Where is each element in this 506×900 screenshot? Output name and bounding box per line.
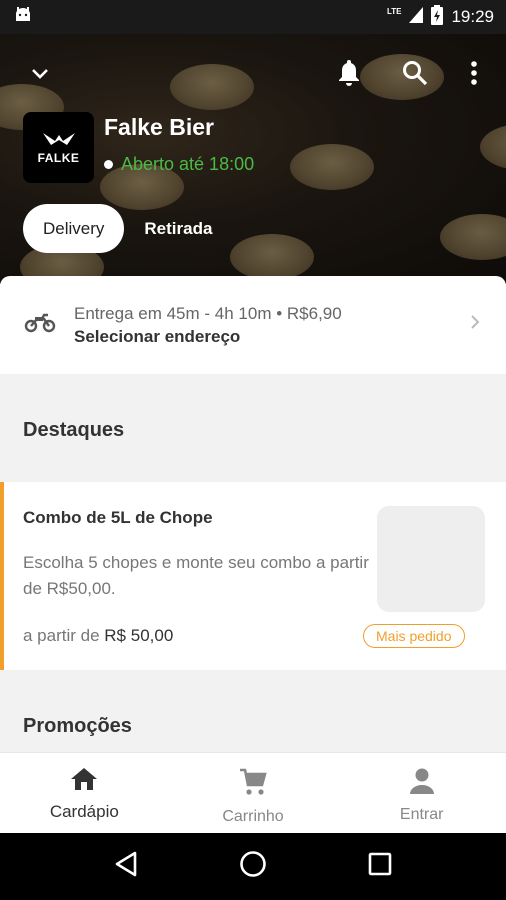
bottom-navigation: Cardápio Carrinho Entrar	[0, 752, 506, 833]
nav-label-cart: Carrinho	[222, 808, 284, 825]
status-bar: LTE 19:29	[0, 0, 506, 34]
promotions-header	[0, 670, 506, 752]
tab-delivery[interactable]: Delivery	[23, 204, 125, 253]
store-logo: FALKE	[23, 112, 94, 183]
recents-icon[interactable]	[368, 852, 392, 881]
back-icon[interactable]	[114, 851, 138, 882]
chevron-down-icon[interactable]	[26, 60, 54, 88]
more-vert-icon[interactable]	[464, 58, 484, 88]
open-status-text: Aberto até 18:00	[121, 154, 255, 174]
price-prefix: a partir de	[23, 626, 100, 645]
store-header: FALKE Falke Bier Aberto até 18:00 Delive…	[0, 34, 506, 284]
popular-badge: Mais pedido	[363, 624, 465, 648]
section-title-highlights: Destaques	[23, 419, 125, 441]
motorcycle-icon	[24, 313, 56, 338]
section-title-promotions: Promoções	[23, 715, 132, 737]
store-name: Falke Bier	[104, 114, 214, 140]
nav-item-login[interactable]: Entrar	[337, 753, 506, 833]
lte-icon: LTE	[386, 6, 402, 16]
nav-item-cart[interactable]: Carrinho	[169, 753, 338, 833]
chevron-right-icon	[470, 314, 480, 335]
select-address-label: Selecionar endereço	[74, 326, 241, 346]
delivery-info: Entrega em 45m - 4h 10m • R$6,90	[74, 303, 342, 323]
logo-text: FALKE	[37, 150, 80, 165]
android-navigation-bar	[0, 833, 506, 900]
delivery-address-card[interactable]: Entrega em 45m - 4h 10m • R$6,90 Selecio…	[0, 276, 506, 374]
person-icon	[409, 767, 435, 800]
search-icon[interactable]	[400, 58, 430, 88]
nav-label-login: Entrar	[399, 806, 444, 823]
tab-pickup[interactable]: Retirada	[144, 219, 212, 239]
home-circle-icon[interactable]	[239, 850, 267, 883]
product-image	[377, 506, 485, 612]
signal-icon	[409, 6, 424, 28]
cart-icon	[238, 767, 268, 802]
bell-icon[interactable]	[334, 56, 364, 88]
product-description: Escolha 5 chopes e monte seu combo a par…	[23, 553, 369, 598]
clock-time: 19:29	[451, 7, 494, 26]
falcon-icon	[42, 132, 75, 145]
status-dot-icon	[104, 160, 113, 169]
store-open-status: Aberto até 18:00	[104, 154, 254, 175]
android-icon	[14, 6, 32, 28]
product-price: a partir de R$ 50,00	[23, 626, 173, 646]
price-value: R$ 50,00	[104, 626, 174, 645]
nav-item-menu[interactable]: Cardápio	[0, 753, 169, 833]
home-icon	[70, 767, 98, 796]
product-card[interactable]: Combo de 5L de Chope Escolha 5 chopes e …	[0, 482, 506, 670]
order-type-tabs: Delivery Retirada	[23, 204, 212, 253]
battery-icon	[431, 4, 444, 30]
nav-label-menu: Cardápio	[49, 802, 119, 821]
product-name: Combo de 5L de Chope	[23, 508, 213, 527]
